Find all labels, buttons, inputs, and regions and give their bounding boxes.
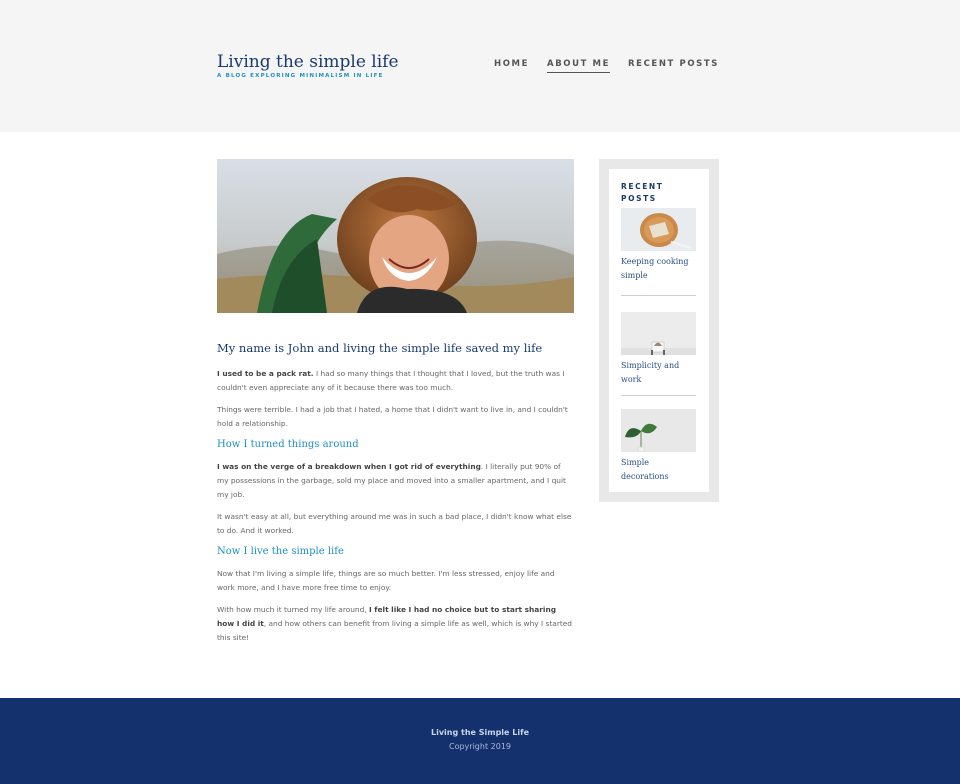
article-heading: My name is John and living the simple li… <box>217 341 543 355</box>
paragraph: Now that I'm living a simple life, thing… <box>217 569 555 592</box>
paragraph: Things were terrible. I had a job that I… <box>217 405 568 428</box>
food-plate-thumbnail[interactable] <box>621 208 696 251</box>
main-content: My name is John and living the simple li… <box>217 159 574 653</box>
site-footer: Living the Simple Life Copyright 2019 <box>0 698 960 784</box>
sidebar: RECENT POSTS Keeping cooking simple Simp… <box>599 159 719 502</box>
paragraph: It wasn't easy at all, but everything ar… <box>217 512 572 535</box>
recent-post-link[interactable]: Keeping cooking simple <box>621 255 697 283</box>
bold-text: I used to be a pack rat. <box>217 369 314 378</box>
paragraph: I used to be a pack rat. I had so many t… <box>217 367 574 395</box>
sidebar-title: RECENT POSTS <box>621 182 664 203</box>
paragraph: I was on the verge of a breakdown when I… <box>217 460 574 502</box>
section-heading: How I turned things around <box>217 439 359 450</box>
main-nav: HOME ABOUT ME RECENT POSTS <box>494 59 719 73</box>
paragraph: With how much it turned my life around, … <box>217 603 574 645</box>
site-subtitle: A BLOG EXPLORING MINIMALISM IN LIFE <box>217 73 384 79</box>
text: , and how others can benefit from living… <box>217 619 572 642</box>
bold-text: I was on the verge of a breakdown when I… <box>217 462 481 471</box>
footer-copyright: Copyright 2019 <box>449 742 511 751</box>
nav-recent-posts[interactable]: RECENT POSTS <box>628 59 719 73</box>
site-title[interactable]: Living the simple life <box>217 52 399 72</box>
recent-post-link[interactable]: Simplicity and work <box>621 359 697 387</box>
footer-title: Living the Simple Life <box>431 728 529 737</box>
desk-chair-thumbnail[interactable] <box>621 312 696 355</box>
plant-thumbnail[interactable] <box>621 409 696 452</box>
nav-home[interactable]: HOME <box>494 59 529 73</box>
recent-post-link[interactable]: Simple decorations <box>621 456 697 484</box>
text: With how much it turned my life around, <box>217 605 369 614</box>
nav-about-me[interactable]: ABOUT ME <box>547 59 611 73</box>
section-heading: Now I live the simple life <box>217 546 344 557</box>
sidebar-card: RECENT POSTS Keeping cooking simple Simp… <box>609 169 709 492</box>
hero-image <box>217 159 574 313</box>
site-header: Living the simple life A BLOG EXPLORING … <box>0 0 960 132</box>
divider <box>621 295 696 296</box>
article: My name is John and living the simple li… <box>217 341 574 645</box>
divider <box>621 395 696 396</box>
